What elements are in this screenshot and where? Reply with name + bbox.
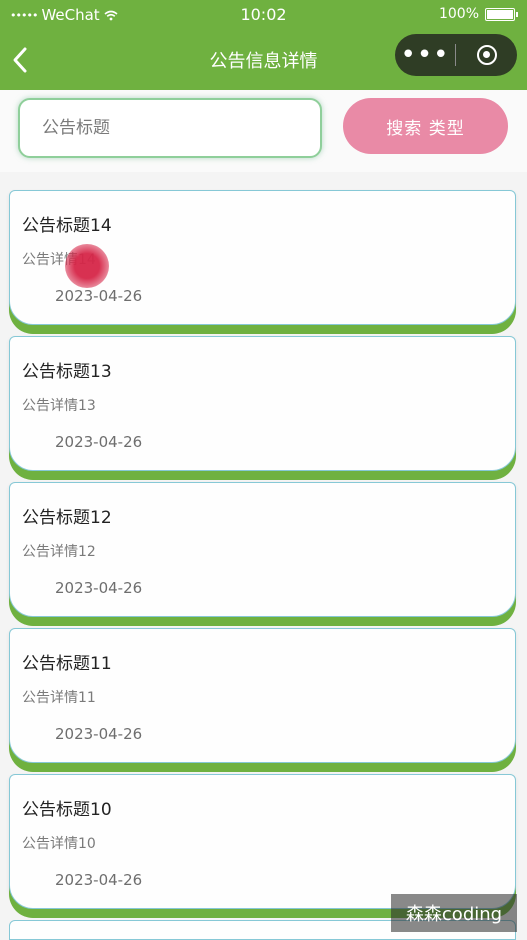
- capsule-close-button[interactable]: [456, 45, 517, 65]
- notice-title: 公告标题13: [22, 362, 112, 382]
- status-bar: ••••• WeChat 10:02 100%: [0, 0, 527, 30]
- notice-date: 2023-04-26: [55, 287, 143, 305]
- notice-date: 2023-04-26: [55, 579, 143, 597]
- list-item[interactable]: 公告标题12 公告详情12 2023-04-26: [9, 482, 516, 617]
- notice-detail: 公告详情13: [22, 398, 96, 414]
- mini-program-capsule: •••: [395, 34, 517, 76]
- list-item[interactable]: 公告标题11 公告详情11 2023-04-26: [9, 628, 516, 763]
- search-bar: 搜索 类型: [0, 90, 527, 172]
- search-input[interactable]: [18, 98, 322, 158]
- notice-date: 2023-04-26: [55, 433, 143, 451]
- target-circle-icon: [476, 45, 497, 65]
- touch-indicator: [65, 244, 109, 288]
- status-right: 100%: [438, 6, 518, 22]
- notice-title: 公告标题12: [22, 508, 112, 528]
- watermark: 森森coding: [391, 894, 517, 932]
- search-type-button[interactable]: 搜索 类型: [343, 98, 508, 154]
- notice-date: 2023-04-26: [55, 725, 143, 743]
- notice-detail: 公告详情12: [22, 544, 96, 560]
- notice-title: 公告标题11: [22, 654, 112, 674]
- more-dots-icon[interactable]: •••: [395, 42, 455, 68]
- list-item[interactable]: 公告标题10 公告详情10 2023-04-26: [9, 774, 516, 909]
- notice-detail: 公告详情11: [22, 690, 96, 706]
- battery-icon: [485, 7, 518, 21]
- notice-date: 2023-04-26: [55, 871, 143, 889]
- nav-bar: 公告信息详情 •••: [0, 30, 527, 90]
- notice-title: 公告标题10: [22, 800, 112, 820]
- list-item[interactable]: 公告标题13 公告详情13 2023-04-26: [9, 336, 516, 471]
- notice-title: 公告标题14: [22, 216, 112, 236]
- battery-percent: 100%: [438, 6, 479, 22]
- notice-detail: 公告详情10: [22, 836, 96, 852]
